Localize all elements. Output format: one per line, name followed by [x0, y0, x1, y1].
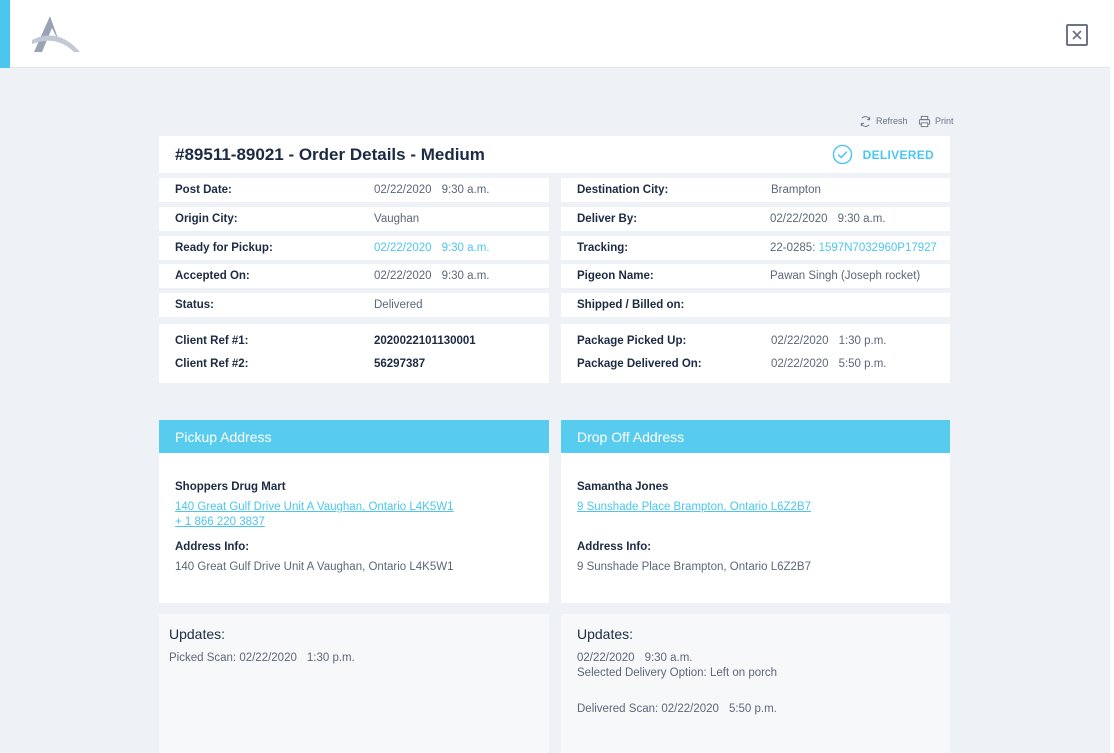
detail-value: Pawan Singh (Joseph rocket) [770, 270, 921, 282]
updates-left-panel: Updates: Picked Scan: 02/22/2020 1:30 p.m… [159, 614, 549, 753]
pickup-address-heading: Pickup Address [159, 420, 549, 453]
package-times-card: Package Picked Up: 02/22/2020 1:30 p.m. P… [561, 324, 950, 383]
delivered-on-value: 02/22/2020 5:50 p.m. [771, 358, 887, 370]
updates-right-panel: Updates: 02/22/2020 9:30 a.m. Selected De… [561, 614, 950, 753]
dropoff-address-heading: Drop Off Address [561, 420, 950, 453]
detail-value: 22-0285: 1597N7032960P17927 [770, 242, 937, 254]
detail-row-status: Status: Delivered [159, 293, 549, 317]
detail-label: Tracking: [577, 242, 629, 254]
print-label: Print [935, 116, 954, 126]
ready-pickup-link[interactable]: 02/22/2020 9:30 a.m. [374, 242, 490, 254]
detail-label: Deliver By: [577, 213, 638, 225]
dropoff-address-link[interactable]: 9 Sunshade Place Brampton, Ontario L6Z2B… [577, 501, 811, 513]
pickup-info-value: 140 Great Gulf Drive Unit A Vaughan, Ont… [175, 561, 454, 573]
detail-label: Post Date: [175, 184, 232, 196]
detail-label: Pigeon Name: [577, 270, 654, 282]
status-label: DELIVERED [862, 147, 934, 162]
client-refs-card: Client Ref #1: 2020022101130001 Client R… [159, 324, 549, 383]
detail-label: Ready for Pickup: [175, 242, 273, 254]
refresh-button[interactable]: Refresh [859, 114, 908, 128]
pickup-address-card: Shoppers Drug Mart 140 Great Gulf Drive … [159, 453, 549, 603]
detail-value: 02/22/2020 9:30 a.m. [374, 270, 490, 282]
update-line: Delivered Scan: 02/22/2020 5:50 p.m. [577, 703, 777, 715]
updates-right-heading: Updates: [577, 626, 634, 642]
detail-value: 02/22/2020 9:30 a.m. [770, 213, 886, 225]
close-button[interactable] [1066, 24, 1088, 46]
detail-label: Shipped / Billed on: [577, 299, 685, 311]
update-line: Picked Scan: 02/22/2020 1:30 p.m. [169, 652, 355, 664]
dropoff-info-label: Address Info: [577, 541, 652, 553]
detail-value: Vaughan [374, 213, 420, 225]
detail-row-ready-for-pickup: Ready for Pickup: 02/22/2020 9:30 a.m. [159, 236, 549, 260]
print-button[interactable]: Print [918, 114, 954, 128]
detail-row-destination-city: Destination City: Brampton [561, 178, 950, 202]
refresh-icon [860, 115, 871, 127]
client-ref-1-label: Client Ref #1: [175, 335, 249, 347]
check-circle-icon [832, 144, 852, 165]
dropoff-info-value: 9 Sunshade Place Brampton, Ontario L6Z2B… [577, 561, 811, 573]
client-ref-2-value: 56297387 [374, 358, 426, 370]
picked-up-label: Package Picked Up: [577, 335, 687, 347]
status-badge: DELIVERED [832, 144, 934, 165]
top-bar [0, 0, 1110, 68]
update-line: 02/22/2020 9:30 a.m. [577, 652, 693, 664]
detail-row-pigeon-name: Pigeon Name: Pawan Singh (Joseph rocket) [561, 264, 950, 288]
picked-up-value: 02/22/2020 1:30 p.m. [771, 335, 887, 347]
update-line: Selected Delivery Option: Left on porch [577, 667, 778, 679]
delivered-on-label: Package Delivered On: [577, 358, 702, 370]
detail-row-post-date: Post Date: 02/22/2020 9:30 a.m. [159, 178, 549, 202]
page-title: #89511-89021 - Order Details - Medium [175, 145, 485, 164]
pickup-name: Shoppers Drug Mart [175, 481, 286, 493]
detail-row-shipped-billed: Shipped / Billed on: [561, 293, 950, 317]
detail-value: Delivered [374, 299, 423, 311]
detail-label: Destination City: [577, 184, 669, 196]
updates-left-heading: Updates: [169, 626, 226, 642]
top-bar-accent [0, 0, 10, 68]
print-icon [918, 115, 931, 127]
pickup-phone-link[interactable]: + 1 866 220 3837 [175, 516, 265, 528]
detail-label: Accepted On: [175, 270, 250, 282]
close-icon [1072, 30, 1082, 40]
brand-logo[interactable] [30, 14, 82, 56]
right-edge [1110, 0, 1114, 753]
detail-row-accepted-on: Accepted On: 02/22/2020 9:30 a.m. [159, 264, 549, 288]
detail-label: Origin City: [175, 213, 238, 225]
client-ref-1-value: 2020022101130001 [374, 335, 476, 347]
dropoff-address-card: Samantha Jones 9 Sunshade Place Brampton… [561, 453, 950, 603]
detail-label: Status: [175, 299, 214, 311]
detail-row-origin-city: Origin City: Vaughan [159, 207, 549, 231]
order-header: #89511-89021 - Order Details - Medium DE… [159, 136, 950, 173]
tracking-link[interactable]: 1597N7032960P17927 [819, 242, 937, 254]
refresh-label: Refresh [876, 116, 908, 126]
detail-value: Brampton [771, 184, 821, 196]
dropoff-name: Samantha Jones [577, 481, 669, 493]
pickup-info-label: Address Info: [175, 541, 250, 553]
detail-row-deliver-by: Deliver By: 02/22/2020 9:30 a.m. [561, 207, 950, 231]
client-ref-2-label: Client Ref #2: [175, 358, 249, 370]
detail-row-tracking: Tracking: 22-0285: 1597N7032960P17927 [561, 236, 950, 260]
pickup-address-link[interactable]: 140 Great Gulf Drive Unit A Vaughan, Ont… [175, 501, 454, 513]
detail-value: 02/22/2020 9:30 a.m. [374, 184, 490, 196]
